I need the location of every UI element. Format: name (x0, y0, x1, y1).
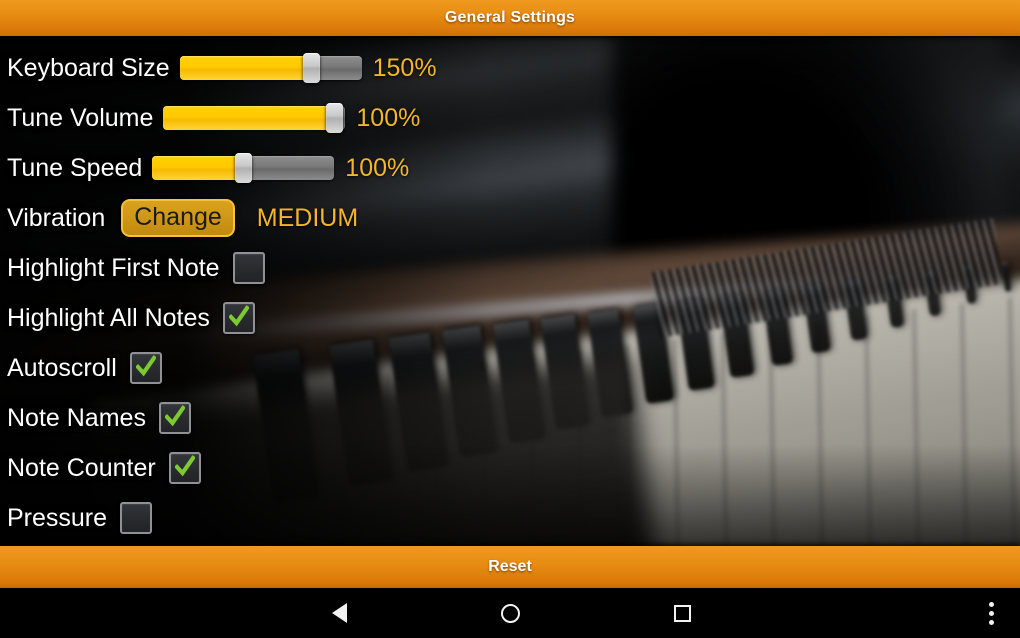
overflow-menu-button[interactable] (962, 588, 1020, 638)
setting-row-keyboard-size: Keyboard Size 150% (0, 43, 1020, 93)
reset-button-label: Reset (488, 558, 532, 575)
checkbox-pressure[interactable] (120, 502, 153, 534)
overflow-dot-icon (988, 610, 994, 616)
label-tune-speed: Tune Speed (7, 153, 143, 182)
home-circle-icon (500, 603, 520, 623)
slider-thumb-tune-volume[interactable] (326, 103, 344, 133)
value-tune-volume: 100% (356, 103, 421, 132)
label-note-counter: Note Counter (7, 453, 156, 482)
slider-keyboard-size[interactable] (179, 53, 362, 83)
setting-row-pressure: Pressure (0, 493, 1020, 543)
overflow-dot-icon (988, 619, 994, 625)
vibration-value: MEDIUM (256, 203, 359, 232)
checkbox-note-names[interactable] (158, 402, 191, 434)
setting-row-highlight-first-note: Highlight First Note (0, 243, 1020, 293)
checkbox-note-counter[interactable] (168, 452, 201, 484)
back-triangle-icon (331, 603, 347, 623)
slider-tune-volume[interactable] (163, 103, 346, 133)
nav-recents-button[interactable] (637, 588, 727, 638)
setting-row-note-names: Note Names (0, 393, 1020, 443)
setting-row-tune-speed: Tune Speed 100% (0, 143, 1020, 193)
setting-row-note-counter: Note Counter (0, 443, 1020, 493)
slider-tune-speed[interactable] (152, 153, 335, 183)
label-pressure: Pressure (7, 503, 108, 532)
label-vibration: Vibration (7, 203, 106, 232)
label-highlight-first-note: Highlight First Note (7, 253, 220, 282)
checkbox-highlight-first-note[interactable] (232, 252, 265, 284)
value-keyboard-size: 150% (372, 53, 437, 82)
overflow-dot-icon (988, 601, 994, 607)
setting-row-autoscroll: Autoscroll (0, 343, 1020, 393)
setting-row-highlight-all-notes: Highlight All Notes (0, 293, 1020, 343)
nav-back-button[interactable] (294, 588, 384, 638)
reset-button[interactable]: Reset (0, 546, 1020, 588)
checkmark-icon (174, 455, 195, 477)
slider-thumb-keyboard-size[interactable] (302, 53, 320, 83)
checkbox-highlight-all-notes[interactable] (222, 302, 255, 334)
label-keyboard-size: Keyboard Size (7, 53, 170, 82)
nav-home-button[interactable] (465, 588, 555, 638)
settings-list: Keyboard Size 150% Tune Volume 100% Tune… (0, 36, 1020, 546)
setting-row-vibration: Vibration Change MEDIUM (0, 193, 1020, 243)
checkmark-icon (135, 355, 156, 377)
slider-thumb-tune-speed[interactable] (235, 153, 253, 183)
checkmark-icon (164, 405, 185, 427)
title-bar: General Settings (0, 0, 1020, 36)
setting-row-tune-volume: Tune Volume 100% (0, 93, 1020, 143)
recents-square-icon (673, 604, 691, 622)
label-autoscroll: Autoscroll (7, 353, 117, 382)
label-tune-volume: Tune Volume (7, 103, 154, 132)
page-title: General Settings (444, 9, 576, 26)
settings-screen: General Settings Keyboard Size 150% Tune… (0, 0, 1020, 638)
android-navigation-bar (0, 588, 1020, 638)
value-tune-speed: 100% (345, 153, 410, 182)
label-highlight-all-notes: Highlight All Notes (7, 303, 210, 332)
label-note-names: Note Names (7, 403, 146, 432)
vibration-change-button[interactable]: Change (121, 198, 235, 238)
checkmark-icon (228, 305, 249, 327)
checkbox-autoscroll[interactable] (129, 352, 162, 384)
